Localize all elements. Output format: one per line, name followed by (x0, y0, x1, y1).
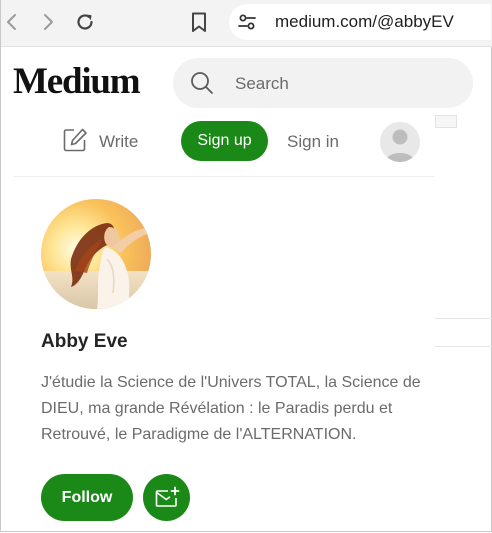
bookmark-icon[interactable] (187, 10, 211, 34)
window-frame: medium.com/@abbyEV Medium Write Sign up … (0, 0, 492, 532)
medium-logo[interactable]: Medium (13, 60, 141, 103)
mail-plus-icon (155, 486, 180, 507)
url-text[interactable]: medium.com/@abbyEV (275, 12, 454, 32)
address-bar[interactable]: medium.com/@abbyEV (229, 4, 491, 40)
back-icon[interactable] (1, 10, 25, 34)
search-icon (189, 70, 215, 96)
sign-up-button[interactable]: Sign up (181, 121, 268, 161)
search-input[interactable] (233, 72, 457, 96)
reload-icon[interactable] (73, 10, 97, 34)
profile-name[interactable]: Abby Eve (41, 331, 128, 353)
subscribe-email-button[interactable] (143, 474, 190, 521)
header-divider (13, 176, 435, 177)
browser-toolbar: medium.com/@abbyEV (1, 0, 492, 47)
site-settings-icon[interactable] (237, 12, 257, 32)
follow-button[interactable]: Follow (41, 474, 133, 521)
side-panel-edges (435, 110, 492, 370)
sign-in-link[interactable]: Sign in (287, 132, 339, 152)
avatar-icon[interactable] (380, 122, 420, 162)
write-icon (61, 126, 89, 154)
search-box[interactable] (173, 58, 473, 108)
forward-icon[interactable] (35, 10, 59, 34)
profile-bio: J'étudie la Science de l'Univers TOTAL, … (41, 374, 421, 443)
profile-photo[interactable] (41, 199, 151, 309)
write-label: Write (99, 132, 139, 151)
